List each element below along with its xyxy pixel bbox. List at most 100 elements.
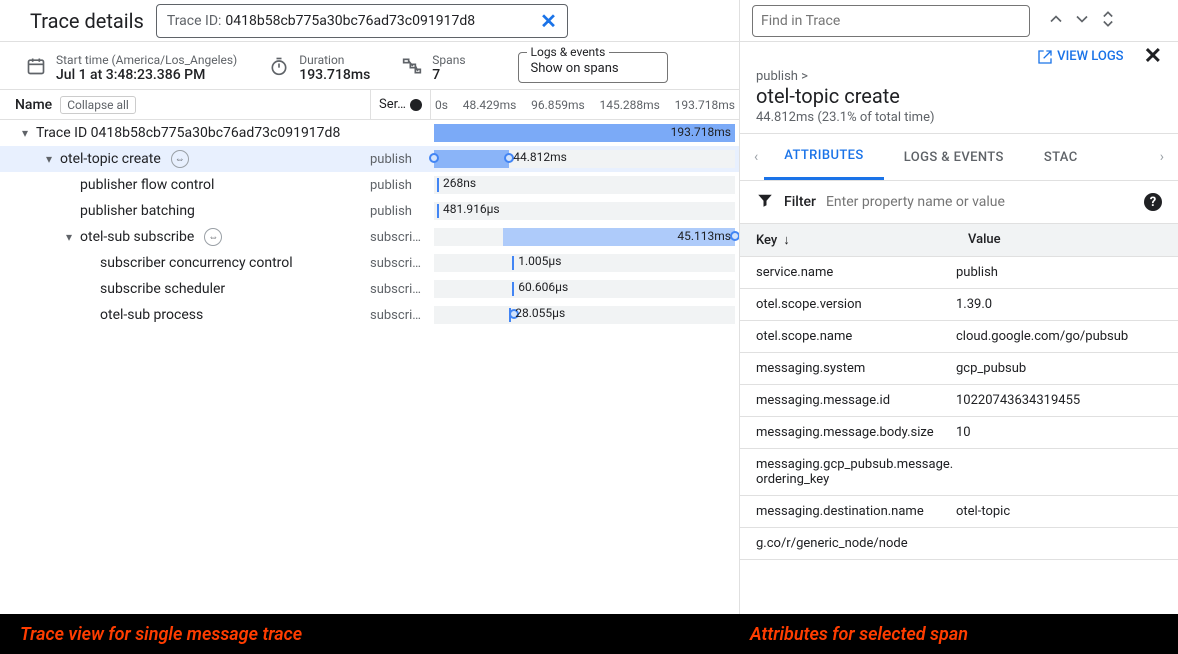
view-logs-link[interactable]: VIEW LOGS	[1037, 49, 1123, 65]
gantt-cell: 268ns	[434, 176, 735, 194]
attr-row[interactable]: otel.scope.namecloud.google.com/go/pubsu…	[740, 321, 1178, 353]
attr-row[interactable]: messaging.systemgcp_pubsub	[740, 353, 1178, 385]
span-row[interactable]: publisher flow controlpublish268ns	[0, 172, 739, 198]
next-match-icon[interactable]	[1072, 9, 1092, 33]
span-name: Trace ID 0418b58cb775a30bc76ad73c091917d…	[36, 125, 340, 141]
attr-row[interactable]: messaging.destination.nameotel-topic	[740, 496, 1178, 528]
service-cell: publish	[370, 178, 430, 193]
attr-table-body: service.namepublishotel.scope.version1.3…	[740, 257, 1178, 637]
duration: Duration 193.718ms	[269, 53, 370, 83]
tab-scroll-right-icon[interactable]: ›	[1154, 149, 1170, 165]
span-row[interactable]: publisher batchingpublish481.916µs	[0, 198, 739, 224]
span-row[interactable]: subscriber concurrency controlsubscri…1.…	[0, 250, 739, 276]
view-logs-label: VIEW LOGS	[1057, 49, 1123, 64]
attr-row[interactable]: service.namepublish	[740, 257, 1178, 289]
attr-table-header: Key ↓ Value	[740, 223, 1178, 257]
attr-key: service.name	[756, 265, 956, 280]
attr-row[interactable]: otel.scope.version1.39.0	[740, 289, 1178, 321]
span-duration-label: 28.055µs	[515, 306, 565, 320]
tick-label: 48.429ms	[463, 98, 517, 112]
key-header[interactable]: Key ↓	[756, 232, 956, 248]
service-dot-icon	[410, 99, 422, 111]
find-input[interactable]	[761, 13, 1021, 29]
meta-row: Start time (America/Los_Angeles) Jul 1 a…	[0, 42, 739, 90]
collapse-all-button[interactable]: Collapse all	[60, 96, 136, 114]
tab-attributes[interactable]: ATTRIBUTES	[764, 134, 883, 180]
spans-icon	[402, 56, 422, 80]
trace-search-value: 0418b58cb775a30bc76ad73c091917d8	[225, 13, 475, 29]
close-icon[interactable]: ✕	[1144, 44, 1162, 69]
logs-events-legend: Logs & events	[527, 45, 610, 59]
tab-scroll-left-icon[interactable]: ‹	[748, 149, 764, 165]
gantt-cell: 193.718ms	[434, 124, 735, 142]
tab-logs-events[interactable]: LOGS & EVENTS	[884, 134, 1024, 180]
tick-label: 0s	[435, 98, 448, 112]
attr-row[interactable]: messaging.gcp_pubsub.message.ordering_ke…	[740, 449, 1178, 496]
attr-row[interactable]: messaging.message.id10220743634319455	[740, 385, 1178, 417]
tick-label: 96.859ms	[531, 98, 585, 112]
detail-tabs: ‹ ATTRIBUTES LOGS & EVENTS STAC ›	[740, 133, 1178, 181]
breadcrumb[interactable]: publish >	[740, 69, 1178, 84]
span-duration-label: 44.812ms	[513, 150, 567, 164]
help-icon[interactable]: ?	[1144, 193, 1162, 211]
span-name: subscriber concurrency control	[100, 255, 293, 271]
attr-key: messaging.message.body.size	[756, 425, 956, 440]
gantt-cell: 1.005µs	[434, 254, 735, 272]
attr-value: 10220743634319455	[956, 393, 1162, 408]
link-icon[interactable]: ⇔	[171, 150, 189, 168]
attr-row[interactable]: g.co/r/generic_node/node	[740, 528, 1178, 560]
span-tree: ▾ Trace ID 0418b58cb775a30bc76ad73c091917…	[0, 120, 739, 328]
attr-value: publish	[956, 265, 1162, 280]
attr-value: gcp_pubsub	[956, 361, 1162, 376]
column-headers: Name Collapse all Ser… 0s 48.429ms 96.85…	[0, 90, 739, 120]
logs-events-select[interactable]: Logs & events Show on spans	[518, 52, 668, 83]
span-name: otel-topic create	[60, 151, 161, 167]
span-duration-label: 45.113ms	[677, 229, 731, 243]
span-row[interactable]: ▾otel-topic create⇔publish44.812ms	[0, 146, 739, 172]
toggle-icon[interactable]: ▾	[18, 126, 32, 140]
trace-search-box[interactable]: Trace ID: 0418b58cb775a30bc76ad73c091917…	[156, 4, 568, 38]
duration-value: 193.718ms	[299, 67, 370, 83]
start-value: Jul 1 at 3:48:23.386 PM	[56, 67, 237, 83]
attr-value	[956, 457, 1162, 487]
span-row[interactable]: ▾otel-sub subscribe⇔subscri…45.113ms	[0, 224, 739, 250]
span-duration-label: 481.916µs	[443, 202, 500, 216]
filter-label: Filter	[784, 194, 816, 210]
attr-key: messaging.gcp_pubsub.message.ordering_ke…	[756, 457, 956, 487]
find-in-trace-input[interactable]	[752, 5, 1030, 37]
span-row[interactable]: otel-sub process subscri… 28.055µs	[0, 302, 739, 328]
attr-filter-row: Filter ?	[740, 181, 1178, 223]
span-name: otel-sub subscribe	[80, 229, 194, 245]
expand-icon[interactable]	[1098, 9, 1118, 33]
span-detail-panel: VIEW LOGS ✕ publish > otel-topic create …	[739, 0, 1178, 615]
service-header[interactable]: Ser…	[370, 90, 430, 119]
toggle-icon[interactable]: ▾	[42, 152, 56, 166]
toggle-icon[interactable]: ▾	[62, 230, 76, 244]
service-cell: subscri…	[370, 308, 430, 323]
span-row[interactable]: subscribe schedulersubscri…60.606µs	[0, 276, 739, 302]
attr-row[interactable]: messaging.message.body.size10	[740, 417, 1178, 449]
span-row[interactable]: ▾ Trace ID 0418b58cb775a30bc76ad73c091917…	[0, 120, 739, 146]
span-name: otel-sub process	[100, 307, 203, 323]
name-header-label: Name	[15, 97, 52, 113]
filter-input[interactable]	[826, 194, 1134, 210]
span-name: subscribe scheduler	[100, 281, 225, 297]
sort-arrow-icon: ↓	[783, 232, 790, 248]
clear-icon[interactable]: ✕	[540, 9, 557, 33]
link-icon[interactable]: ⇔	[204, 228, 222, 246]
attr-value: cloud.google.com/go/pubsub	[956, 329, 1162, 344]
attr-value: otel-topic	[956, 504, 1162, 519]
attr-value: 1.39.0	[956, 297, 1162, 312]
gantt-cell: 28.055µs	[434, 306, 735, 324]
spans-label: Spans	[432, 53, 465, 67]
tab-stack[interactable]: STAC	[1024, 134, 1098, 180]
gantt-cell: 44.812ms	[434, 150, 735, 168]
attr-key: messaging.destination.name	[756, 504, 956, 519]
span-name: publisher batching	[80, 203, 195, 219]
span-duration-label: 60.606µs	[518, 280, 568, 294]
calendar-icon	[26, 56, 46, 80]
prev-match-icon[interactable]	[1046, 9, 1066, 33]
spans-value: 7	[432, 67, 465, 83]
detail-pct: (23.1% of total time)	[817, 110, 934, 125]
detail-title: otel-topic create	[756, 84, 900, 108]
